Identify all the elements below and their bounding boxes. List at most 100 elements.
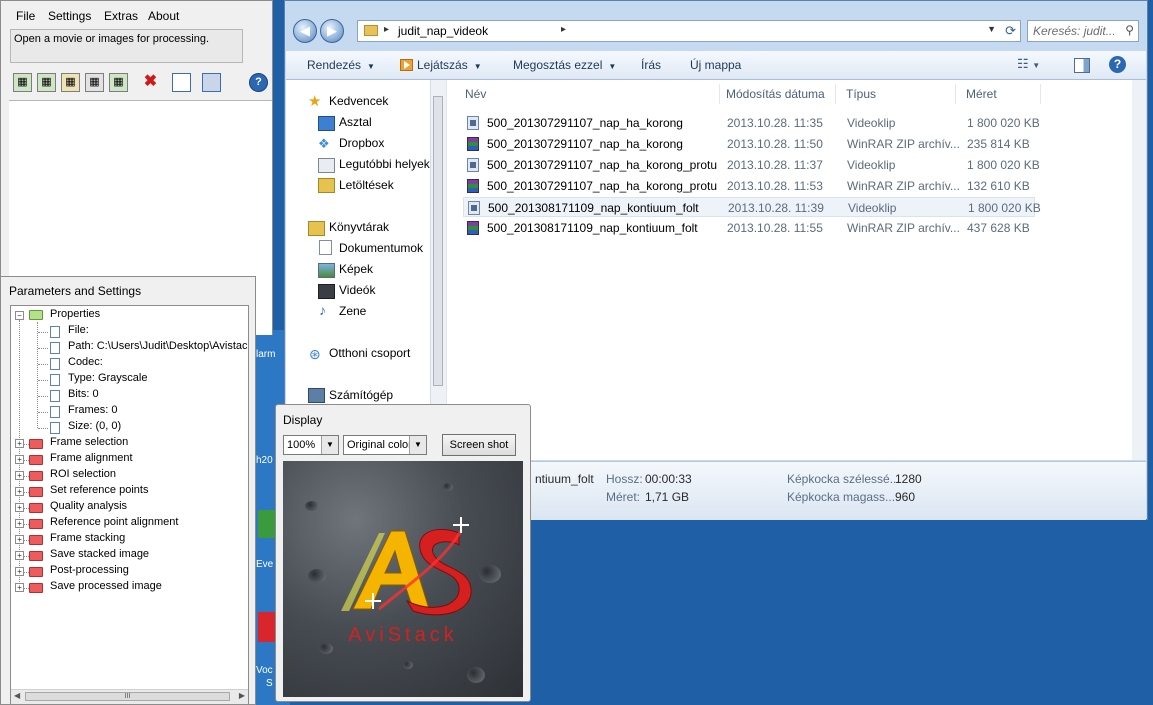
screenshot-button[interactable]: Screen shot (442, 434, 516, 456)
save-settings-icon[interactable]: ▦ (85, 73, 104, 92)
refresh-icon[interactable]: ⟳ (1005, 23, 1016, 39)
column-divider[interactable] (955, 84, 956, 104)
search-input[interactable]: Keresés: judit... ⚲ (1027, 20, 1139, 42)
chevron-down-icon[interactable]: ▼ (321, 436, 338, 454)
app-icon[interactable] (258, 612, 276, 642)
expand-icon[interactable]: + (15, 503, 24, 512)
tree-node-property[interactable]: Type: Grayscale (68, 372, 147, 388)
nav-documents[interactable]: Dokumentumok (339, 241, 423, 255)
column-size[interactable]: Méret (966, 87, 997, 101)
help-icon[interactable]: ? (1109, 56, 1126, 73)
menu-file[interactable]: File (16, 9, 35, 23)
play-button[interactable]: Lejátszás ▼ (400, 58, 482, 72)
file-list-scrollbar[interactable] (1132, 80, 1146, 460)
nav-dropbox[interactable]: Dropbox (339, 136, 384, 150)
tree-node-section[interactable]: Save processed image (50, 580, 162, 596)
chevron-down-icon[interactable]: ▼ (409, 436, 426, 454)
scroll-thumb[interactable] (433, 96, 443, 386)
nav-libraries[interactable]: Könyvtárak (329, 220, 389, 234)
search-icon[interactable]: ⚲ (1125, 23, 1134, 37)
file-row[interactable]: 500_201307291107_nap_ha_korong 2013.10.28… (463, 134, 1035, 154)
tree-node-property[interactable]: File: (68, 324, 89, 340)
tree-node-property[interactable]: Codec: (68, 356, 103, 372)
tree-node-section[interactable]: ROI selection (50, 468, 116, 484)
tree-node-section[interactable]: Save stacked image (50, 548, 149, 564)
tree-node-section[interactable]: Reference point alignment (50, 516, 178, 532)
color-mode-select[interactable]: Original color ▼ (343, 435, 427, 455)
scroll-thumb[interactable]: III (25, 692, 230, 701)
file-row[interactable]: 500_201308171109_nap_kontiuum_folt 2013.1… (463, 197, 1041, 217)
expand-icon[interactable]: + (15, 551, 24, 560)
organize-button[interactable]: Rendezés ▼ (307, 58, 375, 72)
column-divider[interactable] (719, 84, 720, 104)
tree-node-section[interactable]: Frame alignment (50, 452, 133, 468)
burn-button[interactable]: Írás (641, 58, 661, 72)
desktop-icon-label[interactable]: larm (256, 349, 275, 360)
close-x-icon[interactable]: ✖ (141, 73, 160, 92)
desktop-icon-label[interactable]: Voc (256, 665, 273, 676)
nav-pictures[interactable]: Képek (339, 262, 373, 276)
scroll-right-icon[interactable]: ▶ (239, 691, 245, 700)
app-icon[interactable] (258, 510, 276, 538)
expand-icon[interactable]: + (15, 519, 24, 528)
new-doc-icon[interactable] (172, 73, 191, 92)
tree-node-property[interactable]: Bits: 0 (68, 388, 99, 404)
open-images-icon[interactable]: ▦ (37, 73, 56, 92)
nav-recent[interactable]: Legutóbbi helyek (339, 157, 430, 171)
file-row[interactable]: 500_201307291107_nap_ha_korong_protu 2013… (463, 176, 1035, 196)
column-divider[interactable] (1040, 84, 1041, 104)
column-divider[interactable] (835, 84, 836, 104)
chevron-down-icon[interactable]: ▼ (987, 24, 996, 34)
expand-icon[interactable]: + (15, 439, 24, 448)
desktop-icon-label[interactable]: S (266, 678, 273, 689)
tree-node-properties[interactable]: Properties (50, 308, 100, 324)
tree-node-section[interactable]: Frame selection (50, 436, 128, 452)
preview-pane-icon[interactable] (1074, 58, 1090, 73)
menu-about[interactable]: About (148, 9, 179, 23)
zoom-select[interactable]: 100% ▼ (283, 435, 339, 455)
column-name[interactable]: Név (465, 87, 486, 101)
forward-button[interactable]: ▶ (320, 19, 344, 43)
file-row[interactable]: 500_201307291107_nap_ha_korong 2013.10.28… (463, 113, 1040, 133)
help-icon[interactable]: ? (249, 73, 268, 92)
expand-icon[interactable]: + (15, 583, 24, 592)
new-folder-button[interactable]: Új mappa (690, 58, 741, 72)
tree-node-property[interactable]: Path: C:\Users\Judit\Desktop\Avistac (68, 340, 248, 356)
breadcrumb-arrow-icon[interactable]: ▸ (561, 24, 566, 35)
tree-node-section[interactable]: Quality analysis (50, 500, 127, 516)
nav-videos[interactable]: Videók (339, 283, 375, 297)
tree-hscrollbar[interactable]: ◀ III ▶ (11, 689, 248, 704)
nav-favorites[interactable]: Kedvencek (329, 94, 388, 108)
scroll-left-icon[interactable]: ◀ (14, 691, 20, 700)
desktop-icon-label[interactable]: Eve (256, 559, 273, 570)
nav-desktop[interactable]: Asztal (339, 115, 372, 129)
load-icon[interactable]: ▦ (61, 73, 80, 92)
view-options-icon[interactable]: ☷ ▼ (1017, 56, 1040, 72)
nav-downloads[interactable]: Letöltések (339, 178, 394, 192)
expand-icon[interactable]: + (15, 567, 24, 576)
tree-node-section[interactable]: Frame stacking (50, 532, 125, 548)
expand-icon[interactable]: + (15, 487, 24, 496)
address-bar[interactable]: ▸ judit_nap_videok ▸ ▼ ⟳ (357, 20, 1021, 42)
menu-extras[interactable]: Extras (104, 9, 138, 23)
tree-node-section[interactable]: Post-processing (50, 564, 129, 580)
save-disk-icon[interactable] (202, 73, 221, 92)
tree-node-property[interactable]: Frames: 0 (68, 404, 118, 420)
export-icon[interactable]: ▦ (109, 73, 128, 92)
expand-icon[interactable]: + (15, 471, 24, 480)
share-button[interactable]: Megosztás ezzel ▼ (513, 58, 616, 72)
collapse-icon[interactable]: − (15, 311, 24, 320)
desktop-icon-label[interactable]: h20 (256, 455, 273, 466)
menu-settings[interactable]: Settings (48, 9, 91, 23)
nav-scrollbar[interactable] (430, 80, 446, 410)
column-type[interactable]: Típus (846, 87, 876, 101)
nav-computer[interactable]: Számítógép (329, 388, 393, 402)
expand-icon[interactable]: + (15, 455, 24, 464)
expand-icon[interactable]: + (15, 535, 24, 544)
column-modified[interactable]: Módosítás dátuma (726, 87, 825, 101)
file-row[interactable]: 500_201308171109_nap_kontiuum_folt 2013.1… (463, 218, 1035, 238)
file-row[interactable]: 500_201307291107_nap_ha_korong_protu 2013… (463, 155, 1040, 175)
tree-node-property[interactable]: Size: (0, 0) (68, 420, 121, 436)
back-button[interactable]: ◀ (293, 19, 317, 43)
nav-music[interactable]: Zene (339, 304, 366, 318)
